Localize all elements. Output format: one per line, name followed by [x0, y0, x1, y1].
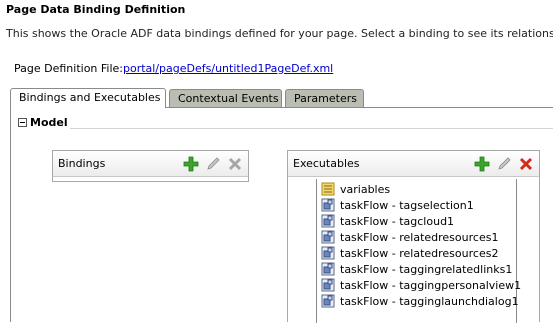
list-item[interactable]: taskFlow - relatedresources1 — [321, 229, 498, 245]
bindings-panel: Bindings — [52, 150, 249, 182]
page-definition-label: Page Definition File: — [14, 62, 124, 75]
list-item[interactable]: taskFlow - tagselection1 — [321, 197, 474, 213]
bindings-panel-title: Bindings — [58, 157, 106, 170]
edit-icon[interactable] — [205, 156, 221, 172]
taskflow-icon — [321, 198, 335, 212]
list-item[interactable]: taskFlow - tagcloud1 — [321, 213, 454, 229]
executables-list: variables taskFlow - tagselection1 taskF… — [316, 179, 521, 323]
add-icon[interactable] — [183, 156, 199, 172]
taskflow-icon — [321, 214, 335, 228]
edit-icon[interactable] — [496, 156, 512, 172]
list-item-label: taskFlow - relatedresources1 — [340, 230, 499, 244]
list-item-label: variables — [340, 182, 391, 196]
delete-icon[interactable] — [518, 156, 534, 172]
list-item-label: taskFlow - taggingpersonalview1 — [340, 278, 522, 292]
variables-icon — [321, 182, 335, 196]
executables-toolbar — [474, 156, 534, 172]
tab-contextual-events[interactable]: Contextual Events — [169, 89, 282, 107]
list-item[interactable]: taskFlow - taggingrelatedlinks1 — [321, 261, 512, 277]
model-section-header[interactable]: Model — [18, 116, 68, 129]
taskflow-icon — [321, 294, 335, 308]
list-item[interactable]: taskFlow - tagginglaunchdialog1 — [321, 293, 519, 309]
taskflow-icon — [321, 278, 335, 292]
tab-bindings-and-executables[interactable]: Bindings and Executables — [10, 88, 166, 108]
list-item-label: taskFlow - tagcloud1 — [340, 214, 455, 228]
executables-panel-header: Executables — [288, 151, 539, 177]
bindings-toolbar — [183, 156, 243, 172]
tab-content-border — [10, 107, 11, 322]
list-item[interactable]: taskFlow - relatedresources2 — [321, 245, 498, 261]
list-item-label: taskFlow - taggingrelatedlinks1 — [340, 262, 513, 276]
model-label: Model — [30, 116, 68, 129]
taskflow-icon — [321, 230, 335, 244]
page-description: This shows the Oracle ADF data bindings … — [6, 27, 553, 40]
page-definition-link[interactable]: portal/pageDefs/untitled1PageDef.xml — [123, 62, 333, 75]
list-item[interactable]: variables — [321, 181, 390, 197]
list-item[interactable]: taskFlow - taggingpersonalview1 — [321, 277, 521, 293]
delete-icon[interactable] — [227, 156, 243, 172]
taskflow-icon — [321, 246, 335, 260]
executables-panel-title: Executables — [293, 157, 360, 170]
page-title: Page Data Binding Definition — [6, 3, 186, 16]
list-item-label: taskFlow - relatedresources2 — [340, 246, 499, 260]
add-icon[interactable] — [474, 156, 490, 172]
model-section-divider — [70, 128, 553, 129]
tab-parameters[interactable]: Parameters — [285, 89, 364, 107]
collapse-toggle-icon[interactable] — [18, 118, 27, 127]
list-item-label: taskFlow - tagselection1 — [340, 198, 474, 212]
bindings-panel-header: Bindings — [53, 151, 248, 177]
list-item-label: taskFlow - tagginglaunchdialog1 — [340, 294, 519, 308]
executables-panel: Executables variables taskFlow - tagsele… — [287, 150, 540, 323]
taskflow-icon — [321, 262, 335, 276]
